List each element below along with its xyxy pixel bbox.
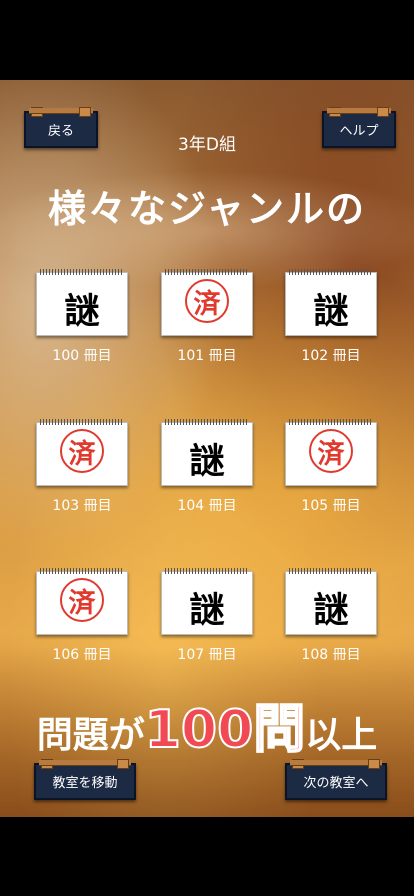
spiral-rings: [40, 568, 124, 574]
notepad: 謎: [285, 269, 377, 336]
completed-stamp-icon: 済: [309, 429, 353, 473]
book-107[interactable]: 謎 107 冊目: [161, 568, 253, 664]
spiral-rings: [40, 419, 124, 425]
book-label: 104 冊目: [177, 498, 237, 514]
riddle-mark: 謎: [189, 591, 225, 631]
promo-highlight: 100問: [144, 699, 307, 761]
completed-stamp-icon: 済: [60, 429, 104, 473]
notepad: 済: [161, 269, 253, 336]
next-button-label: 次の教室へ: [303, 776, 369, 791]
promo-post: 以上: [305, 715, 378, 756]
book-label: 100 冊目: [52, 348, 112, 364]
book-106[interactable]: 済 106 冊目: [36, 568, 128, 664]
book-label: 108 冊目: [301, 647, 361, 663]
notepad: 済: [36, 419, 128, 486]
completed-stamp-icon: 済: [185, 279, 229, 323]
book-101[interactable]: 済 101 冊目: [161, 269, 253, 365]
class-title: 3年D組: [178, 135, 236, 155]
notepad: 済: [36, 568, 128, 635]
spiral-rings: [289, 419, 373, 425]
headline: 様々なジャンルの: [47, 187, 367, 231]
spiral-rings: [40, 269, 124, 275]
riddle-mark: 謎: [189, 442, 225, 482]
book-label: 103 冊目: [52, 498, 112, 514]
button-wood-edge: [29, 108, 93, 114]
book-104[interactable]: 謎 104 冊目: [161, 419, 253, 515]
book-102[interactable]: 謎 102 冊目: [285, 269, 377, 365]
riddle-mark: 謎: [313, 591, 349, 631]
move-classroom-button[interactable]: 教室を移動: [34, 759, 136, 800]
button-wood-edge: [39, 760, 131, 766]
book-label: 102 冊目: [301, 348, 361, 364]
riddle-mark: 謎: [313, 292, 349, 332]
completed-stamp-icon: 済: [60, 578, 104, 622]
book-103[interactable]: 済 103 冊目: [36, 419, 128, 515]
notepad: 謎: [161, 568, 253, 635]
notepad: 済: [285, 419, 377, 486]
notepad: 謎: [285, 568, 377, 635]
move-button-label: 教室を移動: [52, 776, 118, 791]
button-wood-edge: [327, 108, 391, 114]
promo-pre: 問題が: [36, 715, 145, 756]
book-100[interactable]: 謎 100 冊目: [36, 269, 128, 365]
riddle-mark: 謎: [64, 292, 100, 332]
next-classroom-button[interactable]: 次の教室へ: [285, 759, 387, 800]
book-105[interactable]: 済 105 冊目: [285, 419, 377, 515]
promo-footline: 問題が100問以上: [0, 687, 414, 762]
book-label: 101 冊目: [177, 348, 237, 364]
screen: 戻る ヘルプ 3年D組 様々なジャンルの 謎 100 冊目 済 101 冊目 謎…: [0, 0, 414, 896]
book-108[interactable]: 謎 108 冊目: [285, 568, 377, 664]
spiral-rings: [165, 269, 249, 275]
book-label: 106 冊目: [52, 647, 112, 663]
spiral-rings: [165, 568, 249, 574]
spiral-rings: [289, 568, 373, 574]
notepad: 謎: [161, 419, 253, 486]
book-label: 105 冊目: [301, 498, 361, 514]
book-label: 107 冊目: [177, 647, 237, 663]
spiral-rings: [165, 419, 249, 425]
notepad: 謎: [36, 269, 128, 336]
button-wood-edge: [290, 760, 382, 766]
spiral-rings: [289, 269, 373, 275]
